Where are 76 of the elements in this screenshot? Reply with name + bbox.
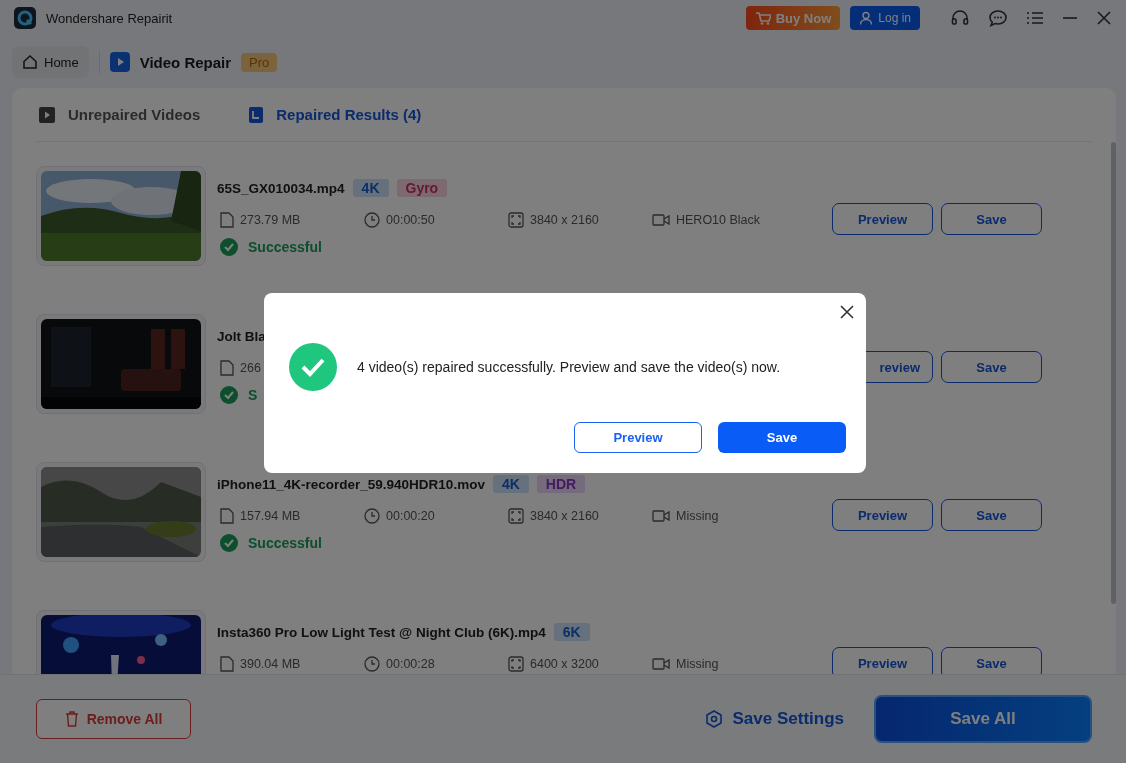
camera-icon	[652, 657, 670, 671]
tab[interactable]: Unrepaired Videos	[38, 105, 201, 124]
file-name: Insta360 Pro Low Light Test @ Night Club (6K).mp4	[217, 624, 546, 640]
save-all-button[interactable]: Save All	[874, 695, 1092, 743]
camera-icon	[652, 509, 670, 523]
resolution: 3840 x 2160	[530, 213, 599, 227]
check-circle-icon	[220, 238, 238, 256]
app-logo-icon	[14, 7, 36, 29]
resolution-icon	[508, 212, 524, 228]
camera-model: Missing	[676, 657, 719, 671]
duration: 00:00:20	[386, 509, 435, 523]
document-icon	[248, 105, 265, 124]
save-button[interactable]: Save	[941, 351, 1042, 383]
format-tag: 6K	[553, 623, 590, 641]
preview-button[interactable]: Preview	[832, 647, 933, 674]
log-in-button[interactable]: Log in	[850, 6, 920, 30]
window-title: Wondershare Repairit	[46, 10, 173, 26]
tab[interactable]: Repaired Results (4)	[248, 105, 422, 124]
preview-button[interactable]: Preview	[574, 422, 702, 453]
status-text: Successful	[248, 239, 322, 255]
home-icon	[22, 54, 38, 70]
file-icon	[220, 508, 234, 524]
play-icon	[109, 52, 130, 72]
format-tag: Gyro	[396, 179, 448, 197]
format-tag: 4K	[352, 179, 389, 197]
file-name: 65S_GX010034.mp4	[217, 180, 345, 196]
resolution: 3840 x 2160	[530, 509, 599, 523]
success-icon	[289, 343, 337, 391]
cart-icon	[754, 11, 771, 25]
headset-icon[interactable]	[950, 8, 970, 28]
buy-now-button[interactable]: Buy Now	[745, 6, 841, 30]
menu-icon[interactable]	[1026, 10, 1044, 26]
file-icon	[220, 360, 234, 376]
file-icon	[220, 656, 234, 672]
user-icon	[859, 11, 874, 25]
file-size: 157.94 MB	[240, 509, 301, 523]
file-size: 266	[240, 361, 261, 375]
status-text: Successful	[248, 535, 322, 551]
format-tag: HDR	[536, 475, 586, 493]
dialog-message: 4 video(s) repaired successfully. Preview and save the video(s) now.	[357, 359, 781, 375]
module-title: Video Repair	[139, 53, 232, 71]
resolution-icon	[508, 508, 524, 524]
check-circle-icon	[220, 386, 238, 404]
trash-icon	[64, 711, 79, 727]
chat-icon[interactable]	[988, 8, 1008, 28]
video-icon	[38, 105, 56, 124]
scrollbar[interactable]	[1111, 142, 1116, 604]
resolution: 6400 x 3200	[530, 657, 599, 671]
home-button[interactable]: Home	[12, 46, 89, 78]
save-button[interactable]: Save	[718, 422, 846, 453]
close-icon[interactable]	[839, 304, 855, 320]
file-name: iPhone11_4K-recorder_59.940HDR10.mov	[217, 476, 485, 492]
clock-icon	[364, 212, 380, 228]
format-tag: 4K	[492, 475, 529, 493]
camera-model: Missing	[676, 509, 719, 523]
camera-icon	[652, 213, 670, 227]
check-circle-icon	[220, 534, 238, 552]
camera-model: HERO10 Black	[676, 213, 761, 227]
save-button[interactable]: Save	[941, 499, 1042, 531]
file-size: 273.79 MB	[240, 213, 301, 227]
duration: 00:00:50	[386, 213, 435, 227]
clock-icon	[364, 508, 380, 524]
status-text: S	[248, 387, 258, 403]
settings-icon	[704, 710, 723, 728]
save-button[interactable]: Save	[941, 203, 1042, 235]
save-settings-button[interactable]: Save Settings	[704, 709, 844, 729]
duration: 00:00:28	[386, 657, 435, 671]
preview-button[interactable]: Preview	[832, 203, 933, 235]
remove-all-button[interactable]: Remove All	[36, 699, 191, 739]
preview-button[interactable]: Preview	[832, 499, 933, 531]
save-button[interactable]: Save	[941, 647, 1042, 674]
file-size: 390.04 MB	[240, 657, 301, 671]
file-icon	[220, 212, 234, 228]
clock-icon	[364, 656, 380, 672]
resolution-icon	[508, 656, 524, 672]
pro-badge: Pro	[241, 52, 278, 72]
